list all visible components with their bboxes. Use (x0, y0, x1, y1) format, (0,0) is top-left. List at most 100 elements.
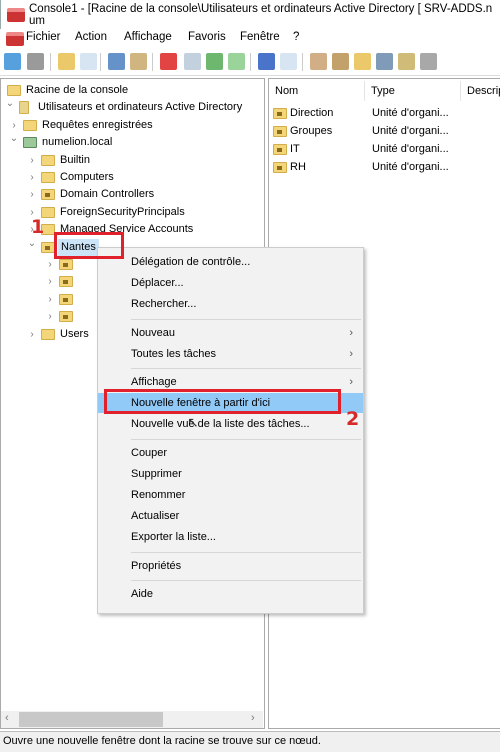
tree-item-label: Computers (60, 171, 114, 183)
properties-icon[interactable] (184, 53, 201, 70)
new-group-icon[interactable] (332, 53, 349, 70)
back-icon[interactable] (4, 53, 21, 70)
context-menu-item-label: Couper (131, 446, 168, 459)
annotation-step-2: 2 (346, 408, 360, 430)
toolbar-separator (100, 53, 101, 71)
list-item[interactable]: Direction Unité d'organi... (269, 105, 499, 122)
expand-chevron-right-icon[interactable]: › (45, 291, 55, 308)
menu-separator (131, 438, 361, 440)
system-menu-icon[interactable] (6, 32, 24, 46)
expand-chevron-right-icon[interactable]: › (27, 326, 37, 343)
context-menu-item[interactable]: Toutes les tâches › (98, 344, 363, 364)
tree-item[interactable]: › Builtin (1, 152, 264, 169)
expand-chevron-down-icon[interactable]: ⌄ (9, 130, 19, 147)
menu-separator (131, 579, 361, 581)
status-text: Ouvre une nouvelle fenêtre dont la racin… (3, 735, 321, 747)
menu-affichage[interactable]: Affichage (124, 31, 172, 43)
find-icon[interactable] (398, 53, 415, 70)
scrollbar-thumb[interactable] (19, 712, 163, 727)
scroll-left-icon[interactable]: ‹ (5, 712, 9, 724)
expand-chevron-right-icon[interactable]: › (45, 273, 55, 290)
column-header-type[interactable]: Type (365, 81, 461, 101)
tree-item[interactable]: ⌄ Utilisateurs et ordinateurs Active Dire… (1, 98, 264, 116)
context-menu-item[interactable]: Nouveau › (98, 323, 363, 343)
toolbar-separator (152, 53, 153, 71)
menu-favoris[interactable]: Favoris (188, 31, 226, 43)
list-item[interactable]: Groupes Unité d'organi... (269, 123, 499, 140)
aduc-snapin-icon (19, 101, 29, 115)
tree-item[interactable]: › Requêtes enregistrées (1, 117, 264, 134)
tree-item-label: Builtin (60, 153, 90, 166)
new-ou-icon[interactable] (354, 53, 371, 70)
add-member-icon[interactable] (420, 53, 437, 70)
tree-item-label: Utilisateurs et ordinateurs Active Direc… (38, 101, 243, 114)
context-menu-item[interactable]: Couper (98, 443, 363, 463)
context-menu-item[interactable]: Exporter la liste... (98, 527, 363, 547)
delete-icon[interactable] (160, 53, 177, 70)
menu-bar: Fichier Action Affichage Favoris Fenêtre? (0, 29, 500, 48)
tree-item[interactable]: ⌄ numelion.local (1, 133, 264, 151)
context-menu-item-label: Nouveau (131, 326, 176, 339)
annotation-step-1: 1 (31, 216, 45, 238)
mouse-cursor-icon: ↖ (187, 414, 199, 430)
context-menu-item-label: Nouvelle vue de la liste des tâches... (131, 418, 310, 431)
tree-item[interactable]: › Domain Controllers (1, 186, 264, 203)
expand-chevron-right-icon[interactable]: › (27, 169, 37, 186)
context-menu-item[interactable]: Renommer (98, 485, 363, 505)
menu-separator (131, 551, 361, 553)
cut-icon[interactable] (108, 53, 125, 70)
forward-icon[interactable] (27, 53, 44, 70)
expand-chevron-down-icon[interactable]: ⌄ (5, 95, 15, 112)
up-folder-icon[interactable] (58, 53, 75, 70)
context-menu-item-label: Déplacer... (131, 277, 184, 290)
show-hide-tree-icon[interactable] (80, 53, 97, 70)
list-item[interactable]: IT Unité d'organi... (269, 141, 499, 158)
column-header-description[interactable]: Descrip (461, 81, 500, 101)
help-icon[interactable] (258, 53, 275, 70)
annotation-box-1 (54, 232, 124, 259)
menu-fenêtre[interactable]: Fenêtre (240, 31, 280, 43)
expand-chevron-right-icon[interactable]: › (27, 186, 37, 203)
window-title: Console1 - [Racine de la console\Utilisa… (29, 3, 493, 27)
toolbar-separator (50, 53, 51, 71)
new-user-icon[interactable] (310, 53, 327, 70)
context-menu-item[interactable]: Rechercher... (98, 294, 363, 314)
menu-help[interactable]: ? (293, 31, 299, 43)
list-item-type: Unité d'organi... (372, 125, 449, 137)
context-menu-item[interactable]: Aide (98, 584, 363, 604)
filter-icon[interactable] (376, 53, 393, 70)
context-menu-item-label: Rechercher... (131, 298, 197, 311)
context-menu-item[interactable]: Déplacer... (98, 273, 363, 293)
context-menu-item[interactable]: Actualiser (98, 506, 363, 526)
context-menu-item[interactable]: Nouvelle vue de la liste des tâches... (98, 414, 363, 434)
show-hide-action-icon[interactable] (280, 53, 297, 70)
mmc-app-icon (7, 8, 25, 22)
annotation-box-2 (104, 389, 341, 414)
context-menu-item[interactable]: Supprimer (98, 464, 363, 484)
export-icon[interactable] (228, 53, 245, 70)
column-header-name[interactable]: Nom (269, 81, 365, 101)
scroll-right-icon[interactable]: › (251, 712, 255, 724)
toolbar (0, 48, 500, 76)
folder-icon (41, 172, 55, 183)
domain-icon (23, 137, 37, 149)
menu-fichier[interactable]: Fichier (26, 31, 61, 43)
expand-chevron-right-icon[interactable]: › (27, 152, 37, 169)
context-menu-item[interactable]: Propriétés (98, 556, 363, 576)
folder-icon (7, 85, 21, 96)
paste-icon[interactable] (130, 53, 147, 70)
ou-folder-icon (41, 241, 55, 253)
context-menu-item-label: Délégation de contrôle... (131, 256, 251, 268)
menu-action[interactable]: Action (75, 31, 107, 43)
ou-folder-icon (273, 126, 287, 137)
ou-folder-icon (273, 108, 287, 119)
context-menu-item[interactable]: Délégation de contrôle... (98, 252, 363, 272)
expand-chevron-right-icon[interactable]: › (45, 308, 55, 325)
ou-folder-icon (273, 144, 287, 155)
context-menu-item-label: Aide (131, 587, 154, 600)
list-item[interactable]: RH Unité d'organi... (269, 159, 499, 176)
refresh-icon[interactable] (206, 53, 223, 70)
tree-item[interactable]: › Computers (1, 169, 264, 186)
tree-item-label: ForeignSecurityPrincipals (60, 205, 185, 218)
tree-item[interactable]: Racine de la console (1, 82, 264, 99)
